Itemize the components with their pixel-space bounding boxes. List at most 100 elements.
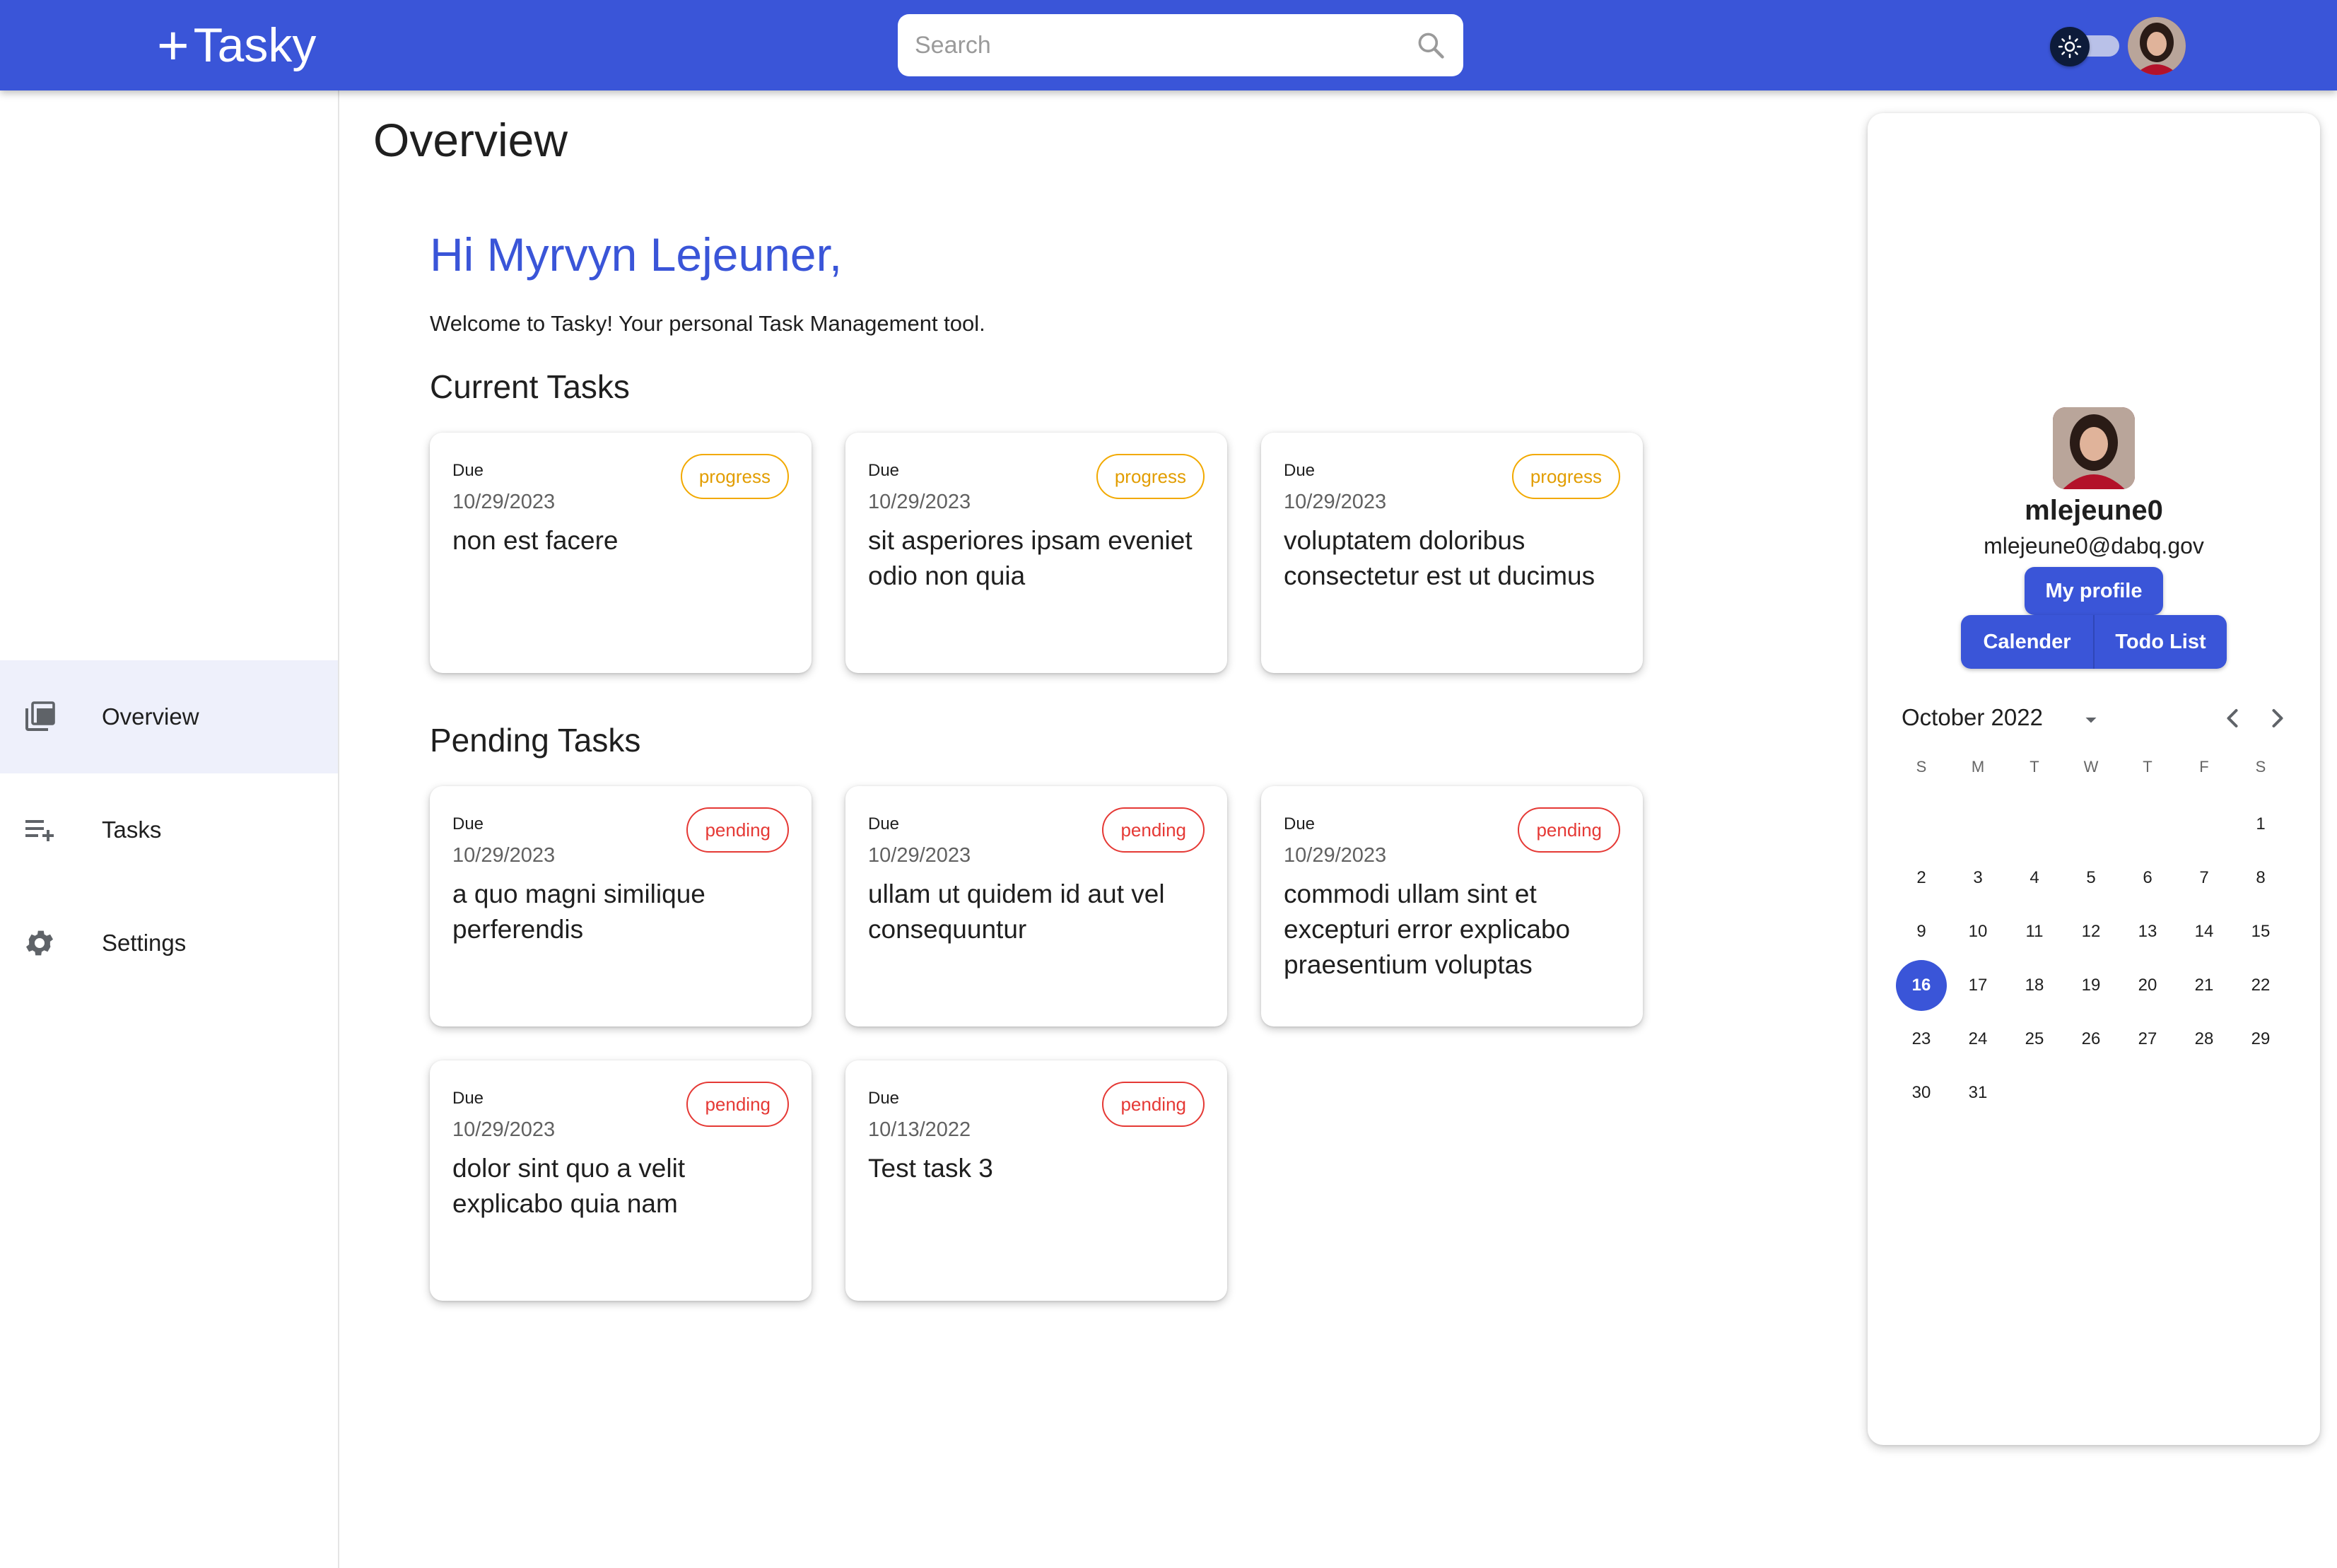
caret-down-icon[interactable] (2078, 707, 2104, 732)
calendar-day[interactable]: 26 (2063, 1012, 2119, 1066)
user-avatar[interactable] (2128, 17, 2186, 75)
calendar-day[interactable]: 22 (2232, 959, 2289, 1012)
task-card[interactable]: Due 10/29/2023 pending ullam ut quidem i… (845, 786, 1227, 1026)
calendar-day-number: 6 (2143, 868, 2152, 887)
due-label: Due (452, 814, 484, 833)
calendar-day[interactable]: 24 (1950, 1012, 2006, 1066)
due-label: Due (868, 461, 900, 480)
calendar-day[interactable]: 31 (1950, 1066, 2006, 1120)
calendar-day-number: 21 (2194, 976, 2214, 995)
calendar-day[interactable]: 17 (1950, 959, 2006, 1012)
status-badge: progress (1096, 454, 1205, 499)
weekday-label: S (1916, 758, 1927, 776)
view-button-group: Calender Todo List (1961, 615, 2227, 669)
task-card[interactable]: Due 10/29/2023 progress sit asperiores i… (845, 433, 1227, 673)
calendar-day-number: 28 (2194, 1029, 2214, 1048)
task-title: commodi ullam sint et excepturi error ex… (1284, 879, 1571, 979)
task-card[interactable]: Due 10/29/2023 pending dolor sint quo a … (430, 1060, 812, 1301)
sidebar-item-overview[interactable]: Overview (0, 660, 338, 773)
weekday-label: S (2255, 758, 2266, 776)
calendar-day-number: 24 (1968, 1029, 1988, 1048)
calendar-day[interactable]: 29 (2232, 1012, 2289, 1066)
calendar-day[interactable]: 13 (2119, 905, 2176, 959)
welcome-text: Welcome to Tasky! Your personal Task Man… (430, 311, 985, 336)
task-card[interactable]: Due 10/13/2022 pending Test task 3 (845, 1060, 1227, 1301)
due-label: Due (868, 814, 900, 833)
calendar-empty-cell (2119, 797, 2176, 851)
todo-list-button[interactable]: Todo List (2093, 615, 2227, 669)
chevron-left-icon[interactable] (2217, 703, 2248, 734)
calendar-day-number: 2 (1916, 868, 1926, 887)
sidebar-item-label: Overview (102, 703, 199, 730)
calendar-day[interactable]: 15 (2232, 905, 2289, 959)
task-title: a quo magni similique perferendis (452, 879, 705, 944)
my-profile-button[interactable]: My profile (2025, 567, 2163, 615)
task-card[interactable]: Due 10/29/2023 progress voluptatem dolor… (1261, 433, 1643, 673)
calendar-day-selected[interactable]: 16 (1893, 959, 1950, 1012)
due-label: Due (1284, 814, 1316, 833)
calendar-day[interactable]: 18 (2006, 959, 2063, 1012)
app-bar: + Tasky (0, 0, 2337, 90)
playlist-add-icon (25, 820, 54, 841)
calendar-day[interactable]: 28 (2176, 1012, 2232, 1066)
calendar-day[interactable]: 11 (2006, 905, 2063, 959)
due-date: 10/29/2023 (868, 844, 971, 867)
calendar-day-number: 5 (2086, 868, 2096, 887)
theme-toggle[interactable] (2050, 27, 2121, 66)
calendar-day[interactable]: 21 (2176, 959, 2232, 1012)
brand-name: Tasky (193, 18, 317, 72)
calendar-day[interactable]: 6 (2119, 851, 2176, 905)
calendar-day[interactable]: 3 (1950, 851, 2006, 905)
avatar-photo (2128, 17, 2186, 75)
due-date: 10/29/2023 (452, 844, 556, 867)
status-badge: pending (1102, 1082, 1205, 1127)
greeting-heading: Hi Myrvyn Lejeuner, (430, 228, 843, 281)
status-badge: pending (686, 1082, 789, 1127)
calendar-day[interactable]: 1 (2232, 797, 2289, 851)
task-card[interactable]: Due 10/29/2023 pending commodi ullam sin… (1261, 786, 1643, 1026)
calendar-day-number: 18 (2025, 976, 2044, 995)
status-badge: progress (680, 454, 789, 499)
calendar-day-number: 10 (1968, 922, 1988, 941)
calendar-day[interactable]: 8 (2232, 851, 2289, 905)
toggle-knob (2050, 27, 2090, 66)
calender-button[interactable]: Calender (1961, 615, 2093, 669)
calendar-day[interactable]: 19 (2063, 959, 2119, 1012)
sidebar-item-tasks[interactable]: Tasks (0, 773, 338, 887)
sun-icon (2058, 35, 2082, 59)
chevron-right-icon[interactable] (2262, 703, 2293, 734)
calendar-day[interactable]: 25 (2006, 1012, 2063, 1066)
calendar-day[interactable]: 12 (2063, 905, 2119, 959)
calendar-day-number: 31 (1968, 1083, 1988, 1102)
due-label: Due (868, 1089, 900, 1108)
brand-logo[interactable]: + Tasky (157, 16, 316, 75)
calendar-weekdays: S M T W T F S (1893, 758, 2289, 792)
sidebar-item-settings[interactable]: Settings (0, 887, 338, 1000)
calendar-day[interactable]: 5 (2063, 851, 2119, 905)
task-card[interactable]: Due 10/29/2023 progress non est facere (430, 433, 812, 673)
search-icon[interactable] (1415, 30, 1446, 61)
status-badge: pending (686, 807, 789, 853)
task-card[interactable]: Due 10/29/2023 pending a quo magni simil… (430, 786, 812, 1026)
calendar-day[interactable]: 9 (1893, 905, 1950, 959)
sidebar-item-label: Settings (102, 930, 187, 956)
calendar-day-number: 15 (2251, 922, 2271, 941)
profile-email: mlejeune0@dabq.gov (1984, 533, 2204, 558)
calendar-day[interactable]: 10 (1950, 905, 2006, 959)
calendar-month-label[interactable]: October 2022 (1902, 704, 2043, 731)
due-date: 10/29/2023 (1284, 491, 1387, 513)
calendar-day[interactable]: 27 (2119, 1012, 2176, 1066)
avatar-photo (2053, 407, 2135, 489)
calendar-day[interactable]: 20 (2119, 959, 2176, 1012)
weekday-label: T (2143, 758, 2152, 776)
calendar-day[interactable]: 4 (2006, 851, 2063, 905)
calendar-day[interactable]: 2 (1893, 851, 1950, 905)
calendar-day[interactable]: 14 (2176, 905, 2232, 959)
calendar-day-number: 20 (2138, 976, 2157, 995)
search-input[interactable] (915, 24, 1415, 66)
calendar-day[interactable]: 30 (1893, 1066, 1950, 1120)
task-title: non est facere (452, 526, 619, 555)
calendar-day[interactable]: 7 (2176, 851, 2232, 905)
calendar-day[interactable]: 23 (1893, 1012, 1950, 1066)
calendar-day-number: 11 (2025, 922, 2044, 941)
